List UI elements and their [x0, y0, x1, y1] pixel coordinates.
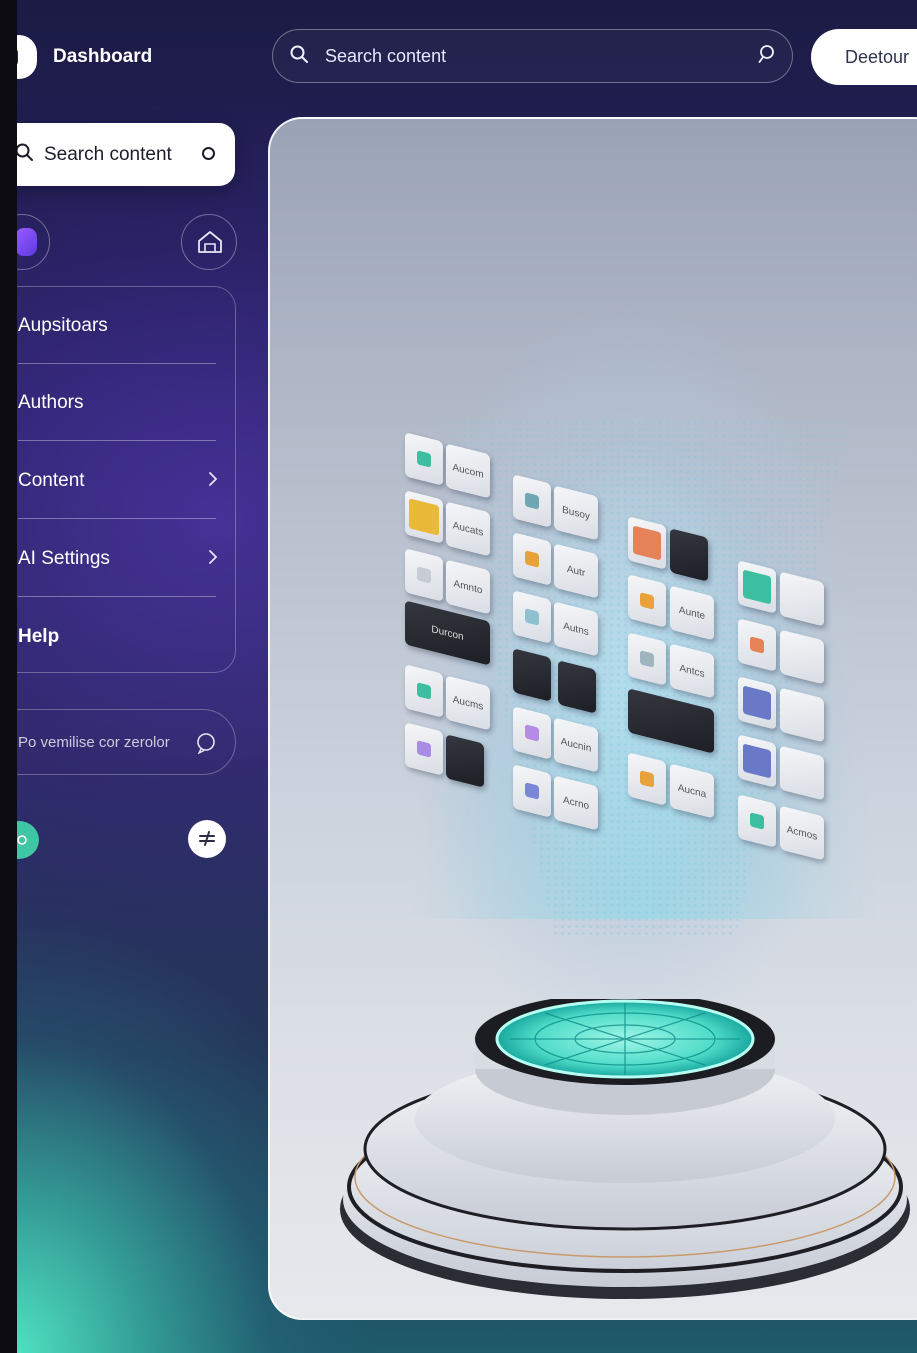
- hologram-card: [405, 722, 443, 776]
- search-option-icon[interactable]: [202, 147, 215, 160]
- sidebar-item-content[interactable]: Content: [18, 442, 218, 519]
- hologram-card: [628, 752, 666, 806]
- hologram-card: [670, 528, 708, 582]
- hologram-card: [738, 794, 776, 848]
- sidebar-item-label: Help: [18, 625, 60, 647]
- divider: [18, 518, 216, 519]
- sidebar-item-aupsitoars[interactable]: Aupsitoars: [18, 287, 216, 364]
- sidebar-nav: Aupsitoars Authors Content AI Settings H…: [17, 286, 236, 673]
- teal-action-button[interactable]: [17, 821, 39, 859]
- hologram-card: [513, 648, 551, 702]
- filter-button[interactable]: [188, 820, 226, 858]
- hologram-card: [446, 734, 484, 788]
- hologram-card: [628, 632, 666, 686]
- app-window: Dashboard Deetour Search content Aupsito…: [17, 0, 917, 1353]
- hologram-card: [738, 618, 776, 672]
- top-search-input[interactable]: [323, 44, 758, 68]
- filter-icon: [199, 831, 215, 846]
- hologram-card: [738, 560, 776, 614]
- sidebar-item-authors[interactable]: Authors: [18, 364, 216, 441]
- sidebar-search[interactable]: Search content: [17, 123, 235, 186]
- hologram-card: [513, 532, 551, 586]
- sidebar-item-label: Content: [18, 469, 85, 491]
- hologram-card: [738, 734, 776, 788]
- hologram-card: [513, 706, 551, 760]
- search-icon: [17, 142, 34, 167]
- avatar-icon: [17, 228, 37, 256]
- hologram-card: [558, 660, 596, 714]
- hologram-pedestal: [340, 999, 910, 1299]
- profile-button[interactable]: [17, 214, 50, 270]
- top-action-button[interactable]: Deetour: [811, 29, 917, 85]
- sidebar-item-help[interactable]: Help: [18, 598, 216, 675]
- hologram-card: [628, 574, 666, 628]
- page-title: Dashboard: [53, 46, 153, 67]
- chevron-right-icon: [209, 472, 218, 486]
- hologram-card: [405, 664, 443, 718]
- settings-icon: [17, 835, 27, 845]
- lower-field-text: Po vemilise cor zerolor: [18, 733, 170, 751]
- hologram-card: [513, 764, 551, 818]
- top-search-bar[interactable]: [272, 29, 793, 83]
- sidebar-item-ai-settings[interactable]: AI Settings: [18, 520, 218, 597]
- chat-icon[interactable]: [195, 732, 217, 754]
- home-button[interactable]: [181, 214, 237, 270]
- hologram-card: [405, 548, 443, 602]
- hologram-card: [405, 490, 443, 544]
- brand-logo: [17, 35, 37, 79]
- divider: [18, 596, 216, 597]
- hero-panel: Aucom Aucats Amnto Durcon Aucms Busoy Au…: [268, 117, 917, 1320]
- house-icon: [198, 231, 222, 253]
- sidebar-item-label: Authors: [18, 391, 84, 413]
- divider: [18, 440, 216, 441]
- hologram-card: [738, 676, 776, 730]
- hologram-card: [628, 516, 666, 570]
- voice-search-icon[interactable]: [758, 44, 776, 69]
- hologram-card: [513, 590, 551, 644]
- sidebar-item-label: Aupsitoars: [18, 314, 108, 336]
- hologram-card: [405, 432, 443, 486]
- search-icon: [289, 44, 309, 69]
- sidebar-item-label: AI Settings: [18, 547, 110, 569]
- sidebar-search-label: Search content: [44, 143, 172, 165]
- brand: Dashboard: [17, 30, 152, 84]
- hologram-card: [513, 474, 551, 528]
- sidebar-lower-field[interactable]: Po vemilise cor zerolor: [17, 709, 236, 775]
- chevron-right-icon: [209, 550, 218, 564]
